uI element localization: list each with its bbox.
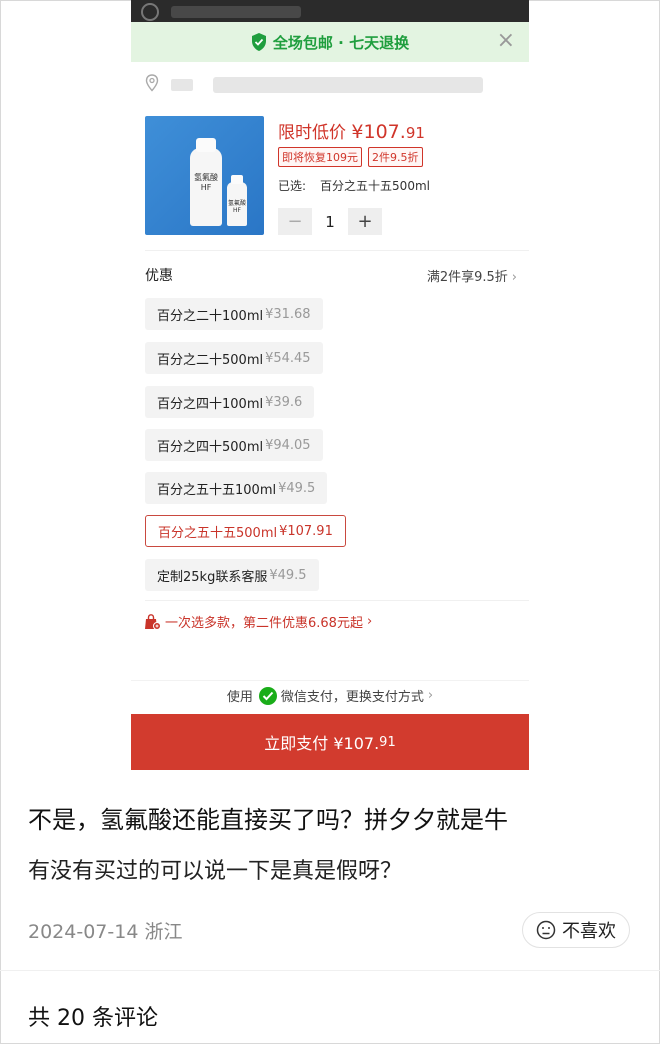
banner-text: 全场包邮 · 七天退换	[272, 33, 410, 52]
spec-option-price: ¥49.5	[269, 567, 307, 583]
payment-method-row[interactable]: 使用 微信支付，更换支付方式 ›	[131, 686, 529, 705]
spec-option-label: 百分之二十500ml	[157, 352, 264, 368]
selected-spec: 已选: 百分之五十五500ml	[278, 177, 430, 194]
post-date-location: 2024-07-14 浙江	[28, 921, 183, 943]
spec-option-label: 定制25kg联系客服	[157, 569, 268, 585]
pay-button-decimal: 91	[379, 734, 396, 750]
quantity-value[interactable]: 1	[312, 213, 348, 231]
spec-option-label: 百分之五十五500ml	[158, 525, 278, 541]
decrement-button[interactable]: −	[278, 208, 312, 235]
divider	[131, 680, 529, 681]
spec-option-price: ¥39.6	[265, 394, 303, 410]
blurred-top-bar	[131, 0, 529, 22]
chevron-right-icon: ›	[511, 269, 517, 285]
quantity-stepper: − 1 +	[278, 208, 382, 235]
free-shipping-banner: 全场包邮 · 七天退换 ×	[131, 22, 529, 62]
discount-tag: 2件9.5折	[368, 147, 423, 167]
spec-option-price: ¥54.45	[265, 350, 311, 366]
spec-option-price: ¥107.91	[279, 523, 333, 539]
bottle-cap	[231, 175, 243, 184]
small-bottle: 氢氟酸 HF	[227, 175, 247, 226]
spec-option[interactable]: 百分之二十100ml ¥31.68	[145, 298, 323, 330]
large-bottle: 氢氟酸 HF	[190, 138, 222, 226]
post-body: 有没有买过的可以说一下是真是假呀？	[28, 859, 403, 884]
dislike-label: 不喜欢	[562, 921, 616, 942]
promotion-header[interactable]: 优惠 满2件享9.5折 ›	[145, 263, 517, 287]
pay-now-button[interactable]: 立即支付 ¥107. 91	[131, 714, 529, 770]
shield-check-icon	[251, 33, 266, 51]
payment-method-text: 微信支付，更换支付方式	[280, 690, 424, 705]
promotion-title: 优惠	[145, 268, 173, 284]
divider	[145, 600, 529, 601]
multi-buy-offer[interactable]: 一次选多款，第二件优惠6.68元起 ›	[143, 612, 372, 631]
pay-button-label: 立即支付 ¥107.	[264, 734, 380, 753]
spec-option-label: 百分之五十五100ml	[157, 482, 277, 498]
spec-option-price: ¥31.68	[265, 306, 311, 322]
spec-option[interactable]: 百分之四十500ml ¥94.05	[145, 429, 323, 461]
price-decimal: 91	[405, 124, 425, 142]
bottle-label: 氢氟酸 HF	[194, 173, 218, 192]
dislike-button[interactable]: 不喜欢	[522, 912, 630, 948]
selected-label: 已选:	[278, 179, 307, 193]
price-main: ¥107.	[351, 121, 406, 143]
increment-button[interactable]: +	[348, 208, 382, 235]
product-image: 氢氟酸 HF 氢氟酸 HF	[145, 116, 264, 235]
shopping-bag-icon	[145, 613, 161, 630]
spec-option-selected[interactable]: 百分之五十五500ml ¥107.91	[145, 515, 346, 547]
blurred-text	[171, 6, 301, 18]
multi-buy-text: 一次选多款，第二件优惠6.68元起	[165, 616, 363, 631]
bottle-cap	[196, 138, 216, 152]
blurred-address	[213, 77, 483, 93]
price-prefix: 限时低价	[278, 123, 352, 143]
chevron-right-icon: ›	[366, 614, 373, 629]
restore-price-tag: 即将恢复109元	[278, 147, 362, 167]
spec-option[interactable]: 百分之五十五100ml ¥49.5	[145, 472, 328, 504]
comment-count: 共 20 条评论	[28, 1006, 158, 1031]
post-title: 不是，氢氟酸还能直接买了吗？拼夕夕就是牛	[28, 806, 508, 834]
spec-option-price: ¥94.05	[265, 437, 311, 453]
spec-option-label: 百分之四十500ml	[157, 439, 264, 455]
spec-option-label: 百分之二十100ml	[157, 308, 264, 324]
spec-option[interactable]: 定制25kg联系客服 ¥49.5	[145, 559, 319, 591]
divider	[0, 970, 660, 971]
promotion-offer-text: 满2件享9.5折	[426, 269, 508, 285]
selected-value: 百分之五十五500ml	[320, 179, 430, 193]
chevron-right-icon: ›	[427, 688, 434, 703]
price-line: 限时低价 ¥107.91	[278, 118, 425, 143]
close-icon[interactable]: ×	[497, 30, 515, 52]
blurred-address-part	[171, 79, 193, 91]
spec-option[interactable]: 百分之二十500ml ¥54.45	[145, 342, 323, 374]
divider	[145, 250, 529, 251]
address-row[interactable]	[131, 62, 529, 106]
blurred-avatar	[141, 3, 159, 21]
promotion-offer: 满2件享9.5折 ›	[427, 266, 517, 285]
payment-prefix: 使用	[226, 690, 253, 705]
wechat-pay-icon	[258, 686, 277, 705]
spec-option-label: 百分之四十100ml	[157, 396, 264, 412]
price-tags: 即将恢复109元 2件9.5折	[278, 147, 423, 167]
frown-face-icon	[536, 920, 556, 940]
spec-option-price: ¥49.5	[278, 480, 316, 496]
location-pin-icon	[145, 74, 159, 92]
bottle-label: 氢氟酸 HF	[227, 200, 246, 214]
spec-option[interactable]: 百分之四十100ml ¥39.6	[145, 386, 315, 418]
embedded-screenshot: 全场包邮 · 七天退换 × 氢氟酸 HF 氢氟酸 HF 限时低价 ¥107.91 即…	[131, 0, 529, 770]
